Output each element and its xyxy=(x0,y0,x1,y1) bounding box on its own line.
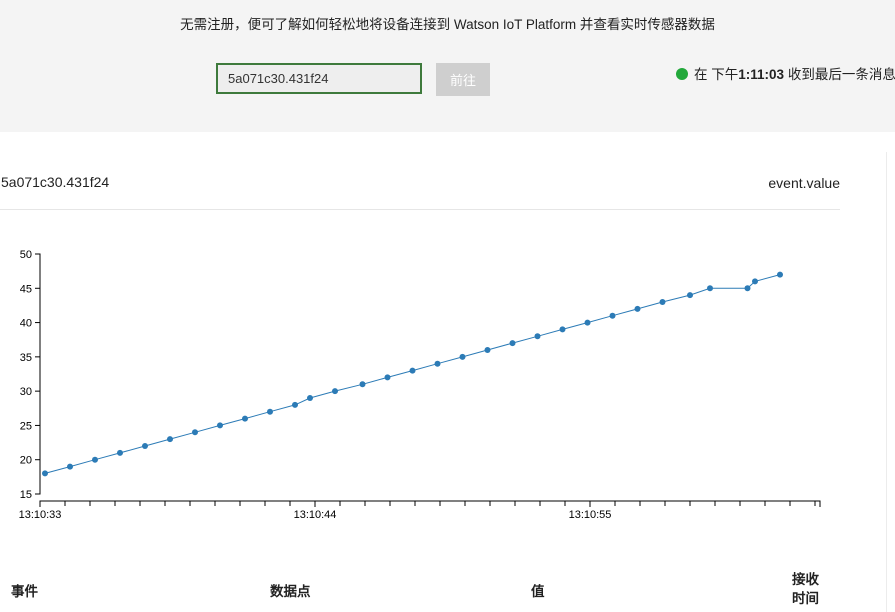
device-id-input[interactable] xyxy=(216,63,422,94)
y-tick-label: 30 xyxy=(20,386,32,398)
data-point xyxy=(484,347,491,353)
y-tick-label: 15 xyxy=(20,489,32,501)
y-tick-label: 20 xyxy=(20,455,32,467)
data-point xyxy=(332,388,338,395)
column-header-received-time: 接收 时间 xyxy=(792,572,819,606)
data-point xyxy=(307,395,313,401)
data-point xyxy=(292,401,298,408)
data-point xyxy=(687,292,693,299)
data-point xyxy=(777,271,783,278)
y-tick-label: 35 xyxy=(20,352,32,364)
column-header-event: 事件 xyxy=(11,584,38,599)
data-point xyxy=(534,333,541,340)
data-point xyxy=(409,367,416,374)
chart-metric-label: event.value xyxy=(768,175,840,191)
data-point xyxy=(242,415,248,422)
column-header-datapoint: 数据点 xyxy=(270,584,311,599)
y-tick-label: 50 xyxy=(20,249,32,261)
chart-device-label: 5a071c30.431f24 xyxy=(1,174,110,190)
data-point xyxy=(267,408,273,415)
data-point xyxy=(707,285,713,292)
data-point xyxy=(117,449,123,456)
data-point xyxy=(584,319,591,326)
last-message-status: 在 下午1:11:03 收到最后一条消息 xyxy=(676,63,895,83)
data-point xyxy=(359,381,366,388)
data-point xyxy=(744,285,751,292)
go-button[interactable]: 前往 xyxy=(436,63,490,96)
status-prefix: 在 下午 xyxy=(694,67,739,82)
x-axis xyxy=(39,500,821,507)
data-point xyxy=(192,429,198,436)
status-online-icon xyxy=(676,68,688,80)
data-point xyxy=(167,436,173,443)
data-point xyxy=(434,360,441,367)
series-line xyxy=(44,274,781,474)
status-time: 1:11:03 xyxy=(738,67,785,82)
x-tick-label: 13:10:44 xyxy=(294,509,337,521)
status-suffix: 收到最后一条消息 xyxy=(784,67,895,82)
data-point xyxy=(609,312,616,319)
header-bar: 无需注册，便可了解如何轻松地将设备连接到 Watson IoT Platform… xyxy=(0,0,895,132)
x-tick-label: 13:10:33 xyxy=(19,509,62,521)
data-point xyxy=(217,422,223,429)
data-point xyxy=(752,278,758,285)
column-header-value: 值 xyxy=(531,584,545,599)
data-point xyxy=(142,443,148,449)
data-point xyxy=(659,299,666,305)
data-point xyxy=(92,456,98,463)
data-point xyxy=(509,340,516,347)
data-point xyxy=(559,326,566,333)
y-tick-label: 45 xyxy=(20,283,32,295)
data-point xyxy=(459,353,466,360)
x-tick-label: 13:10:55 xyxy=(569,509,612,521)
data-point xyxy=(67,463,73,470)
line-chart: 15 20 25 30 35 40 45 50 13:10:33 13:10:44 13:10:55 xyxy=(19,249,821,521)
y-tick-label: 25 xyxy=(20,420,32,432)
y-axis xyxy=(35,253,41,495)
data-point xyxy=(384,374,391,381)
data-point xyxy=(42,470,48,477)
panel-divider xyxy=(0,209,840,210)
data-point xyxy=(634,305,641,312)
table-header: 事件 数据点 值 接收 时间 xyxy=(0,566,895,612)
y-tick-label: 40 xyxy=(20,318,32,330)
intro-text: 无需注册，便可了解如何轻松地将设备连接到 Watson IoT Platform… xyxy=(180,17,715,32)
